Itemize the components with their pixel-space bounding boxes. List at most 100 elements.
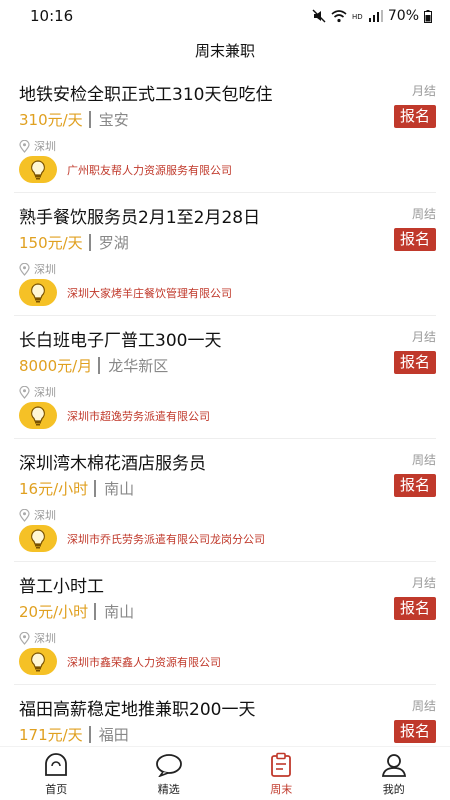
user-icon: [380, 752, 408, 778]
apply-button[interactable]: 报名: [394, 720, 436, 743]
job-settlement: 周结: [411, 453, 436, 467]
job-area: 南山: [104, 479, 135, 498]
lightbulb-icon: [31, 405, 45, 425]
company-badge: [19, 279, 57, 306]
job-title: 熟手餐饮服务员2月1至2月28日: [19, 208, 261, 228]
job-city: 深圳: [34, 140, 56, 153]
job-card[interactable]: 地铁安检全职正式工310天包吃住 月结 报名 310元/天 宝安 深圳 广州职友…: [14, 70, 436, 193]
job-settlement: 月结: [411, 576, 436, 590]
job-pay: 310元/天: [19, 110, 83, 129]
job-card[interactable]: 熟手餐饮服务员2月1至2月28日 周结 报名 150元/天 罗湖 深圳 深圳大家…: [14, 193, 436, 316]
job-location: 深圳: [19, 630, 56, 646]
svg-text:HD: HD: [352, 13, 363, 21]
location-pin-icon: [19, 262, 30, 276]
job-settlement: 月结: [411, 84, 436, 98]
status-bar: 10:16 HD 70%: [0, 0, 450, 32]
page-header: 周末兼职: [0, 32, 450, 70]
company-badge: [19, 156, 57, 183]
tab-label: 我的: [382, 783, 405, 796]
battery-percent: 70%: [387, 8, 419, 24]
meta-divider: [94, 602, 97, 620]
job-location: 深圳: [19, 507, 56, 523]
job-company: 深圳市超逸劳务派遣有限公司: [19, 402, 210, 429]
apply-button[interactable]: 报名: [394, 351, 436, 374]
job-company: 深圳大家烤羊庄餐饮管理有限公司: [19, 279, 232, 306]
meta-divider: [88, 725, 91, 743]
job-title: 深圳湾木棉花酒店服务员: [19, 454, 206, 474]
job-settlement: 周结: [411, 207, 436, 221]
job-settlement: 月结: [411, 330, 436, 344]
lightbulb-icon: [31, 528, 45, 548]
job-company: 深圳市乔氏劳务派遣有限公司龙岗分公司: [19, 525, 265, 552]
apply-button[interactable]: 报名: [394, 228, 436, 251]
job-title: 长白班电子厂普工300一天: [19, 331, 222, 351]
job-pay: 171元/天: [19, 725, 83, 744]
meta-divider: [88, 110, 91, 128]
apply-button[interactable]: 报名: [394, 105, 436, 128]
job-meta: 8000元/月 龙华新区: [19, 354, 168, 376]
job-area: 罗湖: [98, 233, 129, 252]
company-name: 广州职友帮人力资源服务有限公司: [67, 163, 232, 177]
tab-profile[interactable]: 我的: [338, 747, 450, 800]
job-city: 深圳: [34, 632, 56, 645]
tab-home[interactable]: 首页: [0, 747, 113, 800]
status-icons: HD 70%: [312, 8, 432, 24]
hd-icon: HD: [352, 13, 363, 21]
home-icon: [42, 752, 70, 778]
meta-divider: [94, 479, 97, 497]
company-badge: [19, 525, 57, 552]
battery-icon: [424, 9, 432, 23]
mute-icon: [312, 9, 326, 23]
page-title: 周末兼职: [194, 42, 255, 60]
job-meta: 150元/天 罗湖: [19, 231, 129, 253]
chat-bubble-icon: [155, 752, 183, 778]
lightbulb-icon: [31, 159, 45, 179]
job-pay: 8000元/月: [19, 356, 93, 375]
job-card[interactable]: 普工小时工 月结 报名 20元/小时 南山 深圳 深圳市鑫荣鑫人力资源有限公司: [14, 562, 436, 685]
job-card[interactable]: 福田高薪稳定地推兼职200一天 周结 报名 171元/天 福田: [14, 685, 436, 746]
clipboard-icon: [267, 752, 295, 778]
job-location: 深圳: [19, 261, 56, 277]
job-list[interactable]: 地铁安检全职正式工310天包吃住 月结 报名 310元/天 宝安 深圳 广州职友…: [0, 70, 450, 746]
job-meta: 310元/天 宝安: [19, 108, 129, 130]
location-pin-icon: [19, 139, 30, 153]
location-pin-icon: [19, 631, 30, 645]
lightbulb-icon: [31, 282, 45, 302]
job-area: 南山: [104, 602, 135, 621]
meta-divider: [98, 356, 101, 374]
apply-button[interactable]: 报名: [394, 474, 436, 497]
job-company: 深圳市鑫荣鑫人力资源有限公司: [19, 648, 221, 675]
job-city: 深圳: [34, 386, 56, 399]
job-location: 深圳: [19, 138, 56, 154]
job-pay: 150元/天: [19, 233, 83, 252]
signal-icon: [368, 10, 383, 22]
wifi-icon: [331, 9, 347, 22]
job-city: 深圳: [34, 509, 56, 522]
meta-divider: [88, 233, 91, 251]
job-title: 地铁安检全职正式工310天包吃住: [19, 85, 273, 105]
tab-weekend[interactable]: 周末: [225, 747, 338, 800]
job-city: 深圳: [34, 263, 56, 276]
job-card[interactable]: 长白班电子厂普工300一天 月结 报名 8000元/月 龙华新区 深圳 深圳市超…: [14, 316, 436, 439]
job-title: 普工小时工: [19, 577, 104, 597]
apply-button[interactable]: 报名: [394, 597, 436, 620]
job-area: 福田: [98, 725, 129, 744]
lightbulb-icon: [31, 651, 45, 671]
job-meta: 20元/小时 南山: [19, 600, 134, 622]
job-area: 龙华新区: [108, 356, 169, 375]
job-card[interactable]: 深圳湾木棉花酒店服务员 周结 报名 16元/小时 南山 深圳 深圳市乔氏劳务派遣…: [14, 439, 436, 562]
location-pin-icon: [19, 508, 30, 522]
tab-featured[interactable]: 精选: [113, 747, 226, 800]
company-badge: [19, 648, 57, 675]
job-location: 深圳: [19, 384, 56, 400]
job-title: 福田高薪稳定地推兼职200一天: [19, 700, 256, 720]
job-area: 宝安: [98, 110, 129, 129]
company-badge: [19, 402, 57, 429]
tab-label: 精选: [157, 783, 180, 796]
location-pin-icon: [19, 385, 30, 399]
tab-label: 首页: [45, 783, 68, 796]
company-name: 深圳市超逸劳务派遣有限公司: [67, 409, 210, 423]
status-time: 10:16: [30, 7, 74, 25]
company-name: 深圳市鑫荣鑫人力资源有限公司: [67, 655, 221, 669]
company-name: 深圳市乔氏劳务派遣有限公司龙岗分公司: [67, 532, 265, 546]
